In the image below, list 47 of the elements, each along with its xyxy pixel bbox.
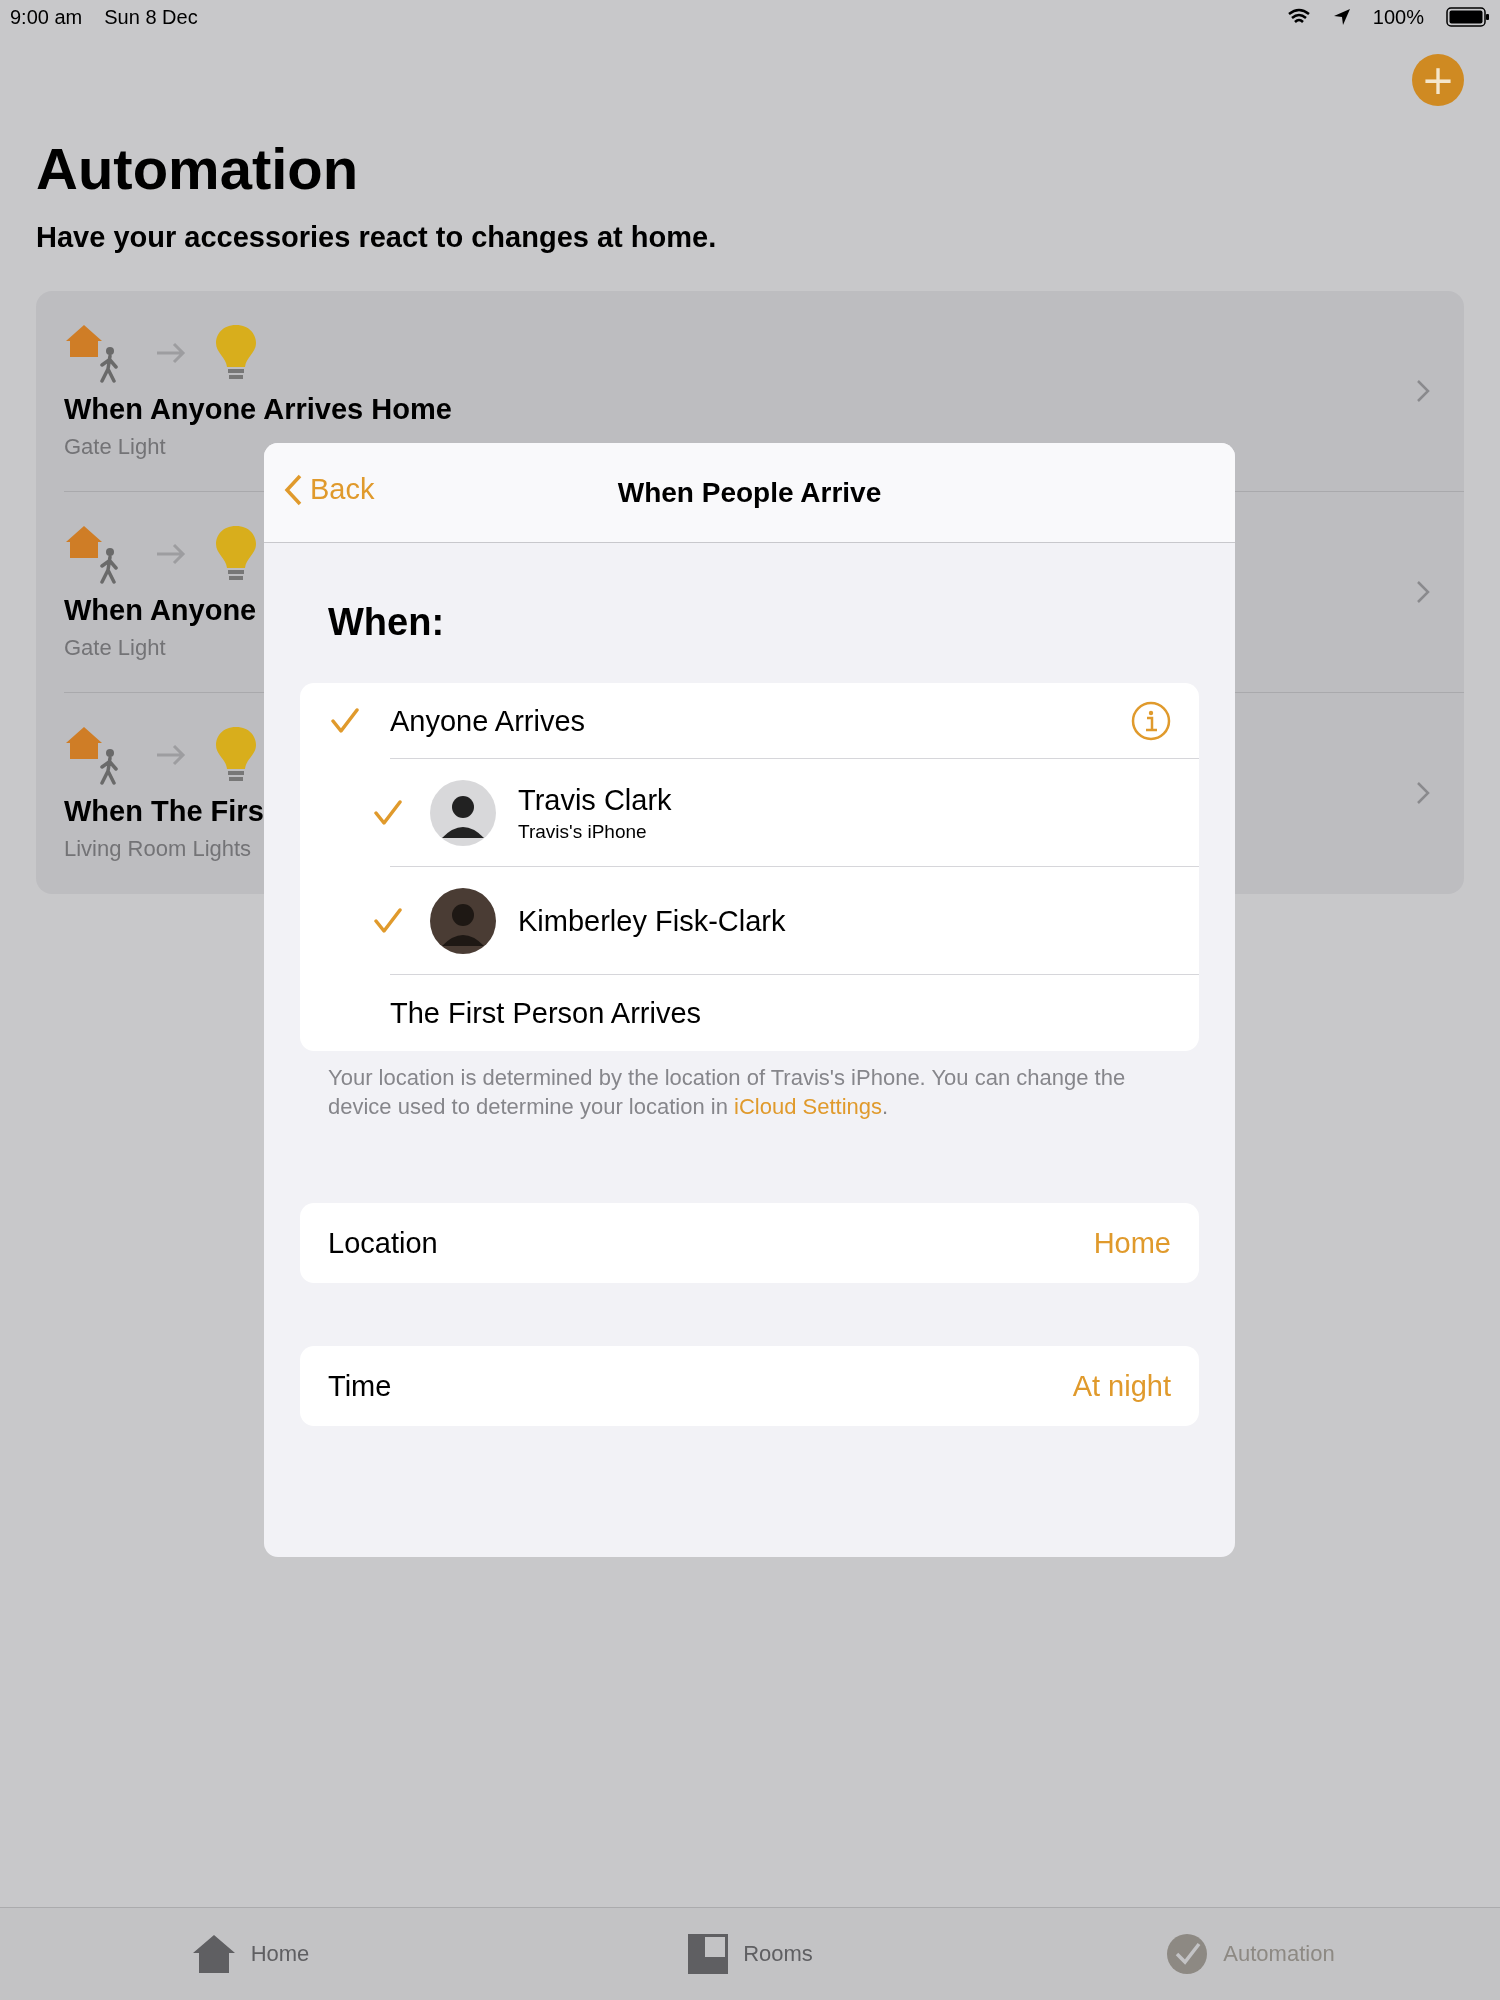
- person-device: Travis's iPhone: [518, 820, 648, 843]
- page-title: Automation: [36, 135, 360, 202]
- tab[interactable]: Home: [0, 1908, 500, 2000]
- section-heading: When:: [328, 601, 446, 645]
- automation-subtitle: Gate Light: [64, 634, 166, 661]
- tab[interactable]: Rooms: [500, 1908, 1000, 2000]
- location-note: Your location is determined by the location of Travis's iPhone. You can change the device used to determine your location in iCloud Settings.: [327, 1064, 1127, 1121]
- setting-row[interactable]: Location Home: [300, 1203, 1199, 1283]
- chevron-icon: [1416, 580, 1430, 604]
- person-row[interactable]: Travis Clark Travis's iPhone: [300, 759, 1199, 867]
- setting-value[interactable]: Home: [1093, 1226, 1171, 1260]
- location-icon: [1332, 8, 1351, 26]
- add-button[interactable]: +: [1412, 54, 1464, 106]
- avatar: [430, 780, 496, 846]
- page-subtitle: Have your accessories react to changes at home.: [36, 220, 718, 254]
- rooms-icon: [687, 1933, 730, 1975]
- chevron-icon: [1416, 781, 1430, 805]
- chevron-left-icon: [284, 473, 302, 506]
- option-row[interactable]: The First Person Arrives: [300, 975, 1199, 1051]
- automation-title: When The Firs: [64, 794, 264, 828]
- person-row[interactable]: Kimberley Fisk-Clark: [300, 867, 1199, 975]
- icloud-settings-link[interactable]: iCloud Settings: [734, 1094, 882, 1119]
- arrow-icon: [156, 542, 186, 565]
- setting-label: Location: [328, 1226, 439, 1260]
- status-date: Sun 8 Dec: [104, 5, 198, 29]
- info-icon[interactable]: [1131, 701, 1171, 741]
- automation-title: When Anyone Arrives Home: [64, 392, 452, 426]
- setting-row[interactable]: Time At night: [300, 1346, 1199, 1426]
- chevron-icon: [1416, 379, 1430, 403]
- arrow-icon: [156, 743, 186, 766]
- battery-percentage: 100%: [1372, 5, 1424, 29]
- arrow-icon: [156, 341, 186, 364]
- tab[interactable]: Automation: [1000, 1908, 1500, 2000]
- setting-value[interactable]: At night: [1072, 1369, 1171, 1403]
- clock-check-icon: [1165, 1932, 1210, 1976]
- setting-label: Time: [328, 1369, 393, 1403]
- status-time: 9:00 am: [10, 5, 83, 29]
- back-button[interactable]: Back: [284, 473, 375, 506]
- automation-title: When Anyone: [64, 593, 257, 627]
- option-row[interactable]: Anyone Arrives: [300, 683, 1199, 759]
- dialog-title: When People Arrive: [617, 476, 882, 509]
- automation-subtitle: Living Room Lights: [64, 835, 252, 862]
- avatar: [430, 888, 496, 954]
- person-name: Kimberley Fisk-Clark: [518, 904, 786, 938]
- person-name: Travis Clark: [518, 783, 672, 817]
- automation-subtitle: Gate Light: [64, 433, 166, 460]
- battery-icon: [1446, 7, 1490, 27]
